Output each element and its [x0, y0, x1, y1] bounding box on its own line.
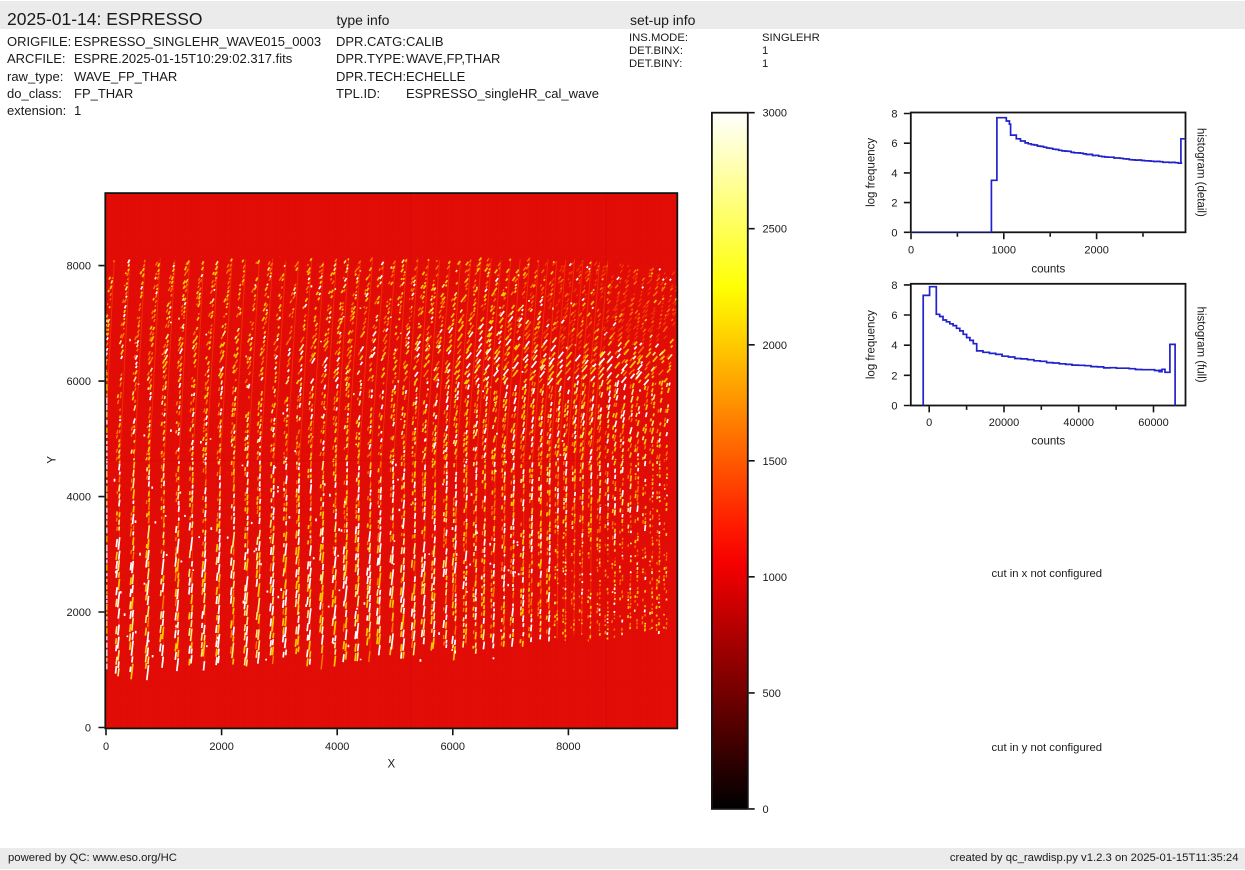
svg-text:0: 0 [763, 804, 769, 816]
svg-text:2000: 2000 [1084, 245, 1108, 257]
svg-text:4000: 4000 [325, 741, 349, 753]
svg-text:cut in x not configured: cut in x not configured [992, 568, 1103, 580]
svg-text:20000: 20000 [989, 417, 1020, 429]
svg-text:6: 6 [891, 138, 897, 150]
svg-text:2000: 2000 [763, 340, 787, 352]
svg-text:4: 4 [891, 340, 897, 352]
svg-text:6000: 6000 [441, 741, 465, 753]
svg-text:counts: counts [1031, 436, 1065, 448]
svg-text:500: 500 [763, 688, 781, 700]
svg-text:1000: 1000 [763, 572, 787, 584]
svg-text:2000: 2000 [67, 607, 91, 619]
svg-text:8000: 8000 [556, 741, 580, 753]
svg-text:0: 0 [85, 723, 91, 735]
svg-text:log frequency: log frequency [866, 310, 878, 379]
svg-text:log frequency: log frequency [866, 138, 878, 207]
svg-text:X: X [387, 758, 395, 770]
svg-text:Y: Y [47, 456, 59, 464]
svg-text:4: 4 [891, 168, 897, 180]
svg-text:2000: 2000 [209, 741, 233, 753]
svg-text:0: 0 [891, 227, 897, 239]
svg-text:1500: 1500 [763, 456, 787, 468]
svg-text:8000: 8000 [67, 261, 91, 273]
svg-text:6: 6 [891, 310, 897, 322]
svg-text:2: 2 [891, 198, 897, 210]
svg-text:0: 0 [891, 401, 897, 413]
svg-text:3000: 3000 [763, 108, 787, 120]
svg-text:4000: 4000 [67, 492, 91, 504]
svg-text:0: 0 [908, 245, 914, 257]
svg-text:8: 8 [891, 109, 897, 121]
svg-text:40000: 40000 [1063, 417, 1094, 429]
svg-text:6000: 6000 [67, 376, 91, 388]
svg-text:cut in y not configured: cut in y not configured [992, 742, 1103, 754]
svg-text:0: 0 [103, 741, 109, 753]
svg-text:60000: 60000 [1138, 417, 1169, 429]
svg-text:1000: 1000 [992, 245, 1016, 257]
svg-text:2500: 2500 [763, 224, 787, 236]
svg-text:histogram (detail): histogram (detail) [1195, 128, 1207, 217]
svg-text:histogram (full): histogram (full) [1195, 307, 1207, 383]
svg-text:8: 8 [891, 280, 897, 292]
svg-text:0: 0 [926, 417, 932, 429]
svg-text:2: 2 [891, 370, 897, 382]
svg-text:counts: counts [1031, 264, 1065, 276]
